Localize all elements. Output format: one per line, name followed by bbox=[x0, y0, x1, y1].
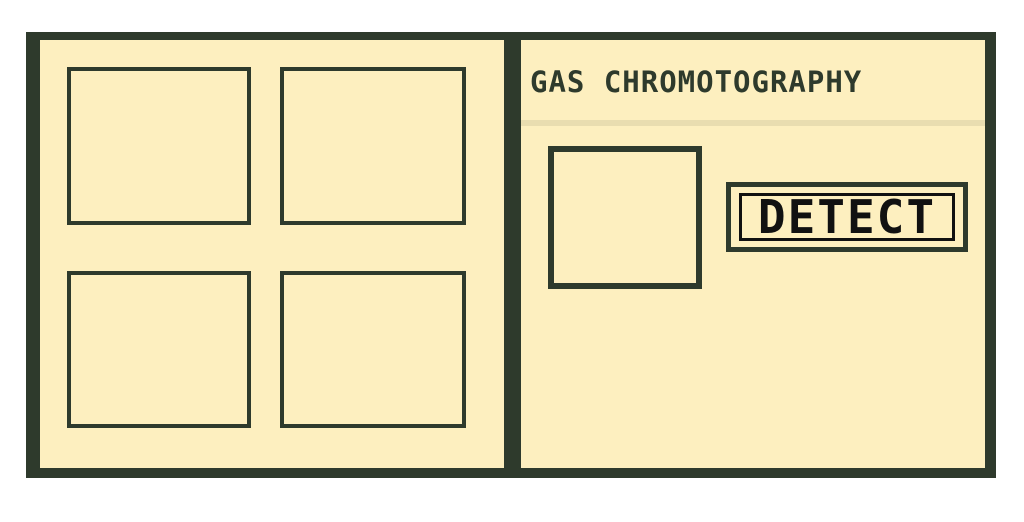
detect-button-inner: DETECT bbox=[739, 193, 955, 241]
analysis-slot[interactable] bbox=[548, 146, 702, 289]
title-divider bbox=[521, 120, 985, 126]
panel-title: GAS CHROMOTOGRAPHY bbox=[530, 65, 863, 99]
sample-slot-3[interactable] bbox=[67, 271, 251, 428]
sample-slot-4[interactable] bbox=[280, 271, 466, 428]
detect-button[interactable]: DETECT bbox=[726, 182, 968, 252]
detect-button-label: DETECT bbox=[757, 190, 937, 244]
sample-slot-1[interactable] bbox=[67, 67, 251, 225]
sample-slot-2[interactable] bbox=[280, 67, 466, 225]
